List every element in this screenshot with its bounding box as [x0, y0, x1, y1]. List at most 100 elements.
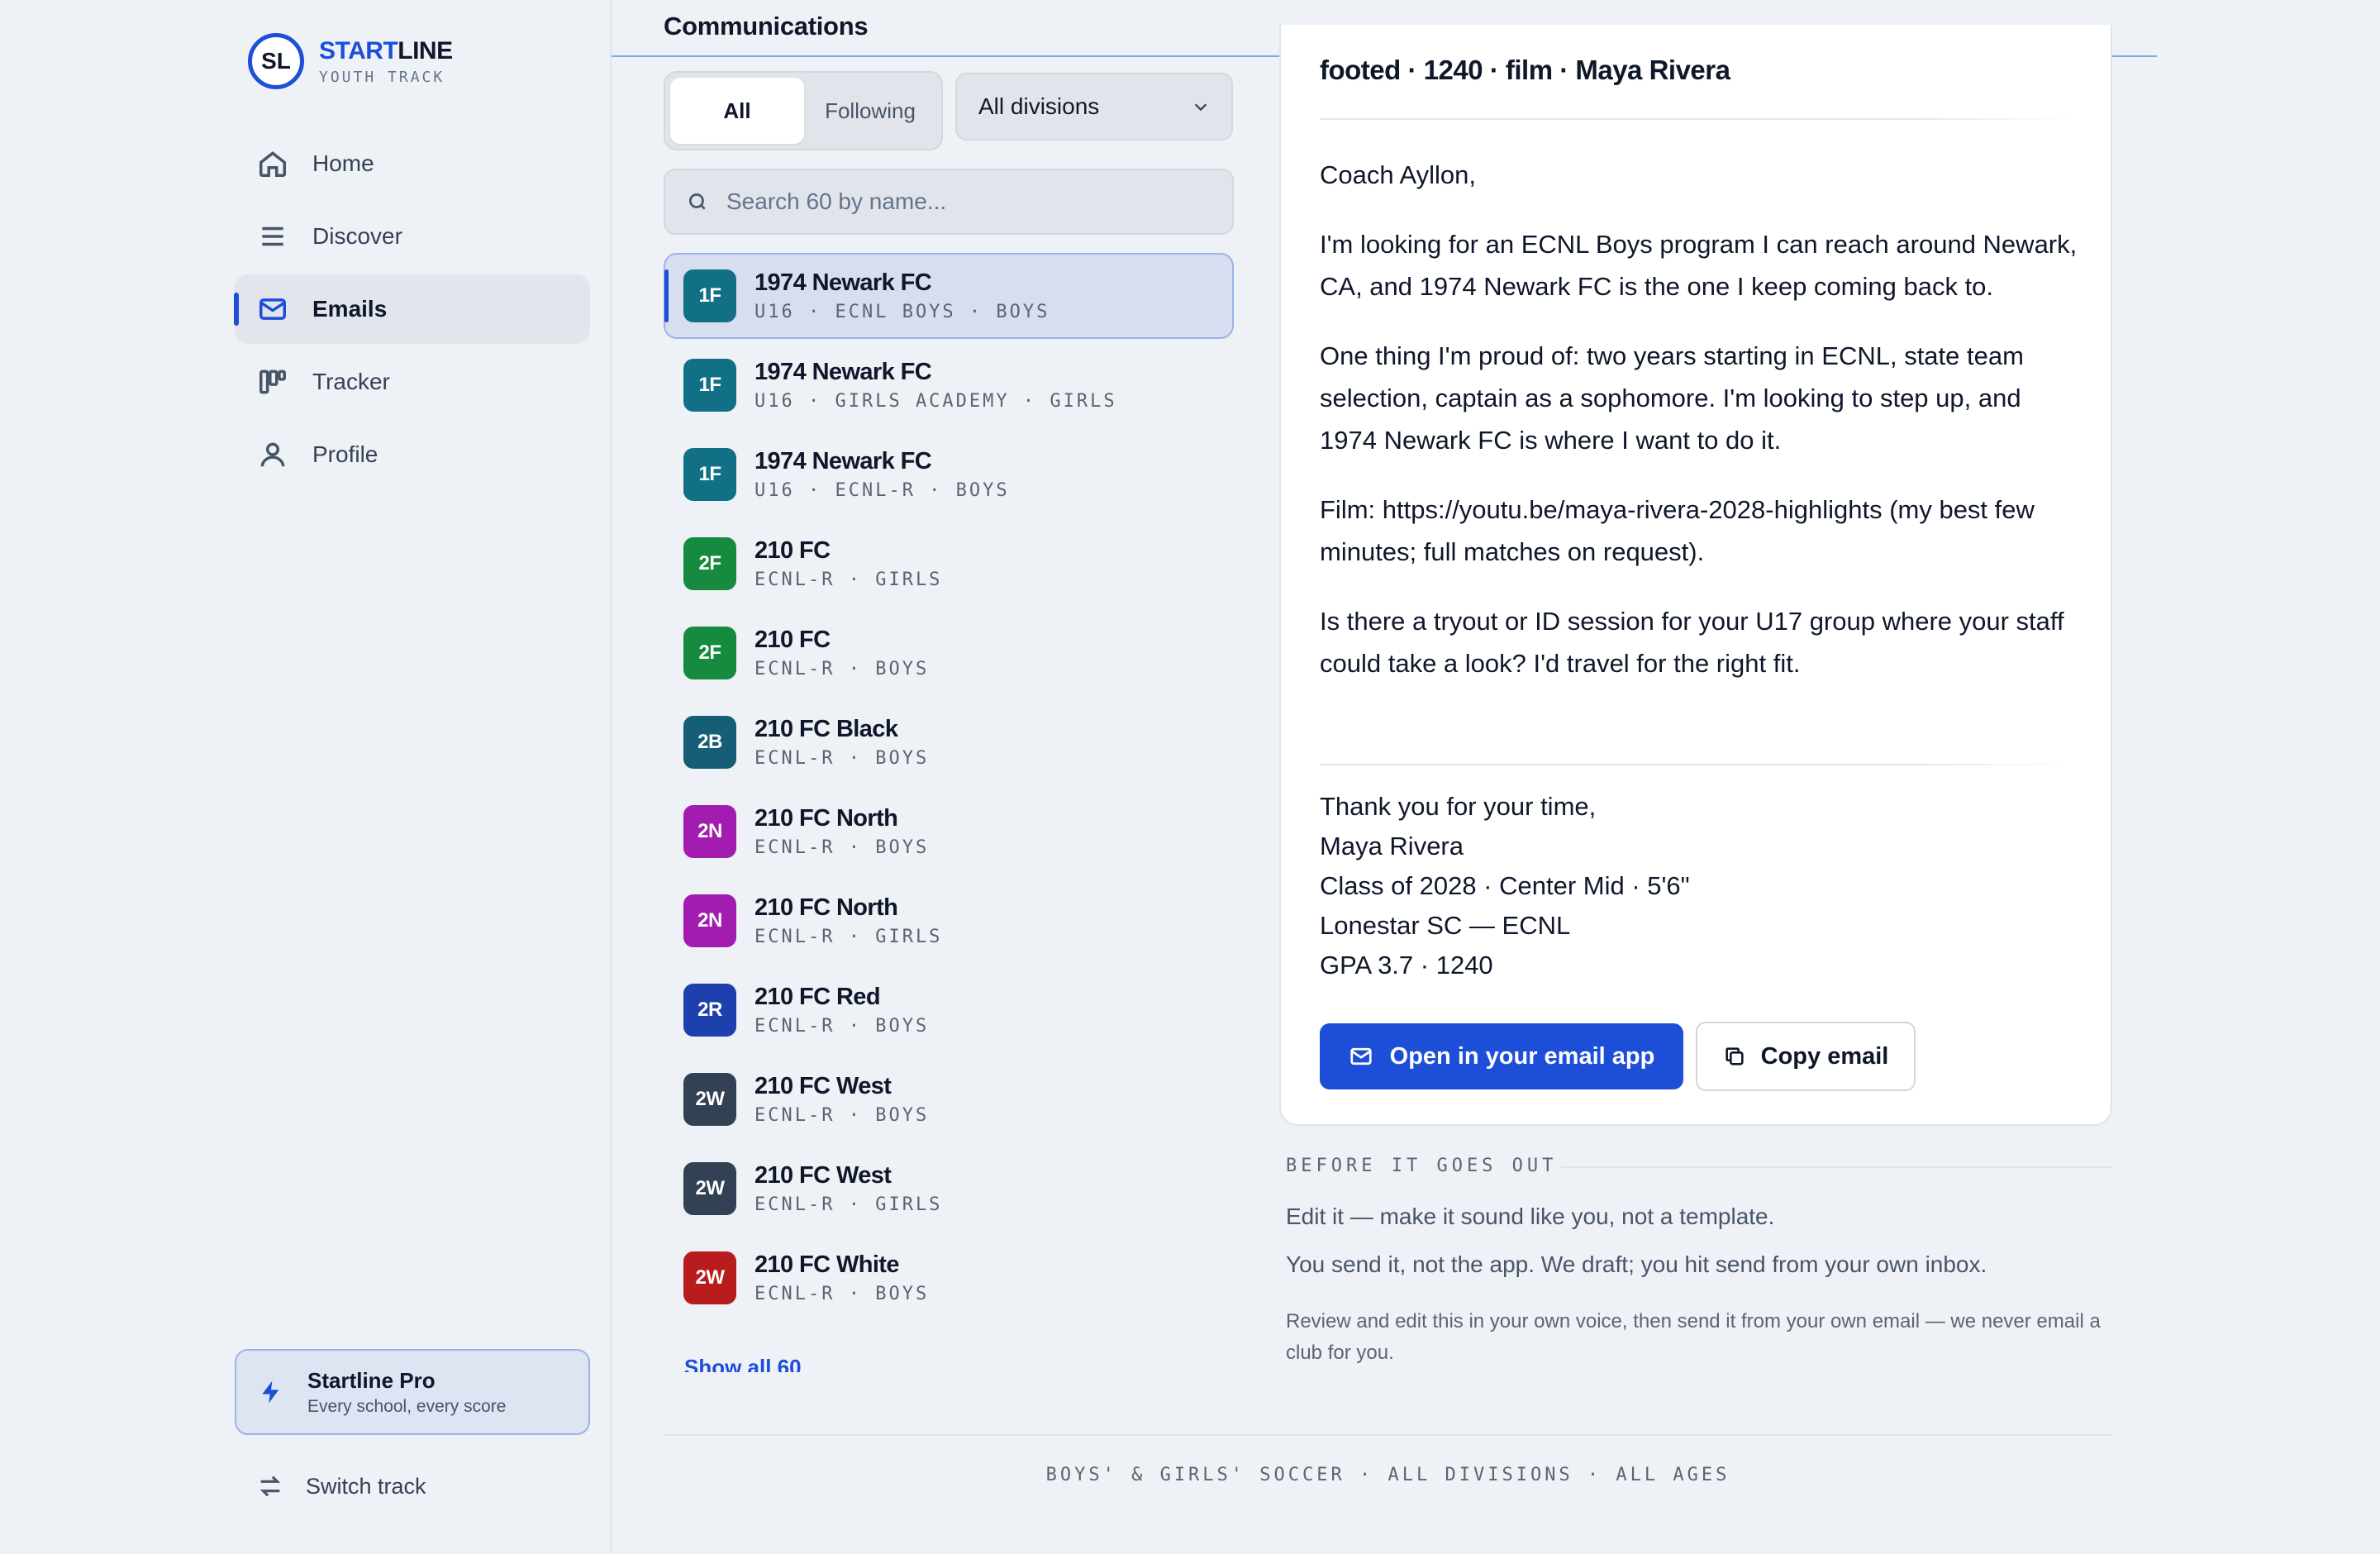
club-text: 210 FC West ECNL-R · GIRLS	[754, 1162, 942, 1215]
club-badge: 2W	[683, 1073, 736, 1126]
club-text: 1974 Newark FC U16 · GIRLS ACADEMY · GIRL…	[754, 359, 1117, 412]
nav-label-emails: Emails	[312, 296, 388, 322]
club-list: 1F 1974 Newark FC U16 · ECNL BOYS · BOYS 1F…	[664, 253, 1234, 1370]
club-name: 210 FC West	[754, 1073, 892, 1099]
pro-subtitle: Every school, every score	[307, 1396, 507, 1416]
show-all-link[interactable]: Show all 60	[684, 1352, 802, 1372]
scroll-fade	[1279, 0, 2112, 25]
search-icon	[688, 193, 706, 210]
tab-following[interactable]: Following	[804, 78, 936, 144]
club-meta: ECNL-R · GIRLS	[754, 1194, 943, 1215]
nav-item-tracker[interactable]: Tracker	[235, 347, 590, 417]
club-text: 210 FC ECNL-R · GIRLS	[754, 537, 942, 590]
club-text: 210 FC White ECNL-R · BOYS	[754, 1251, 929, 1304]
nav-item-discover[interactable]: Discover	[235, 202, 590, 271]
nav-item-profile[interactable]: Profile	[235, 420, 590, 489]
swap-icon	[259, 1475, 281, 1497]
club-badge: 2N	[683, 805, 736, 858]
pro-text: Startline Pro Every school, every score	[307, 1368, 506, 1417]
signature-line: Thank you for your time,	[1320, 792, 1597, 821]
club-list-item[interactable]: 2F 210 FC ECNL-R · BOYS	[664, 610, 1234, 696]
club-badge: 2F	[683, 537, 736, 590]
signature-line: Lonestar SC — ECNL	[1320, 911, 1571, 940]
club-meta: ECNL-R · GIRLS	[754, 570, 943, 590]
copy-icon	[1726, 1047, 1744, 1065]
chevron-down-icon	[1194, 103, 1207, 112]
club-list-item[interactable]: 1F 1974 Newark FC U16 · ECNL-R · BOYS	[664, 431, 1234, 517]
club-text: 210 FC ECNL-R · BOYS	[754, 627, 929, 679]
footer-text: BOYS' & GIRLS' SOCCER · ALL DIVISIONS · …	[1045, 1465, 1730, 1485]
club-name: 210 FC Black	[754, 716, 898, 742]
club-meta: ECNL-R · BOYS	[754, 748, 930, 769]
club-badge: 1F	[683, 359, 736, 412]
club-name: 210 FC Red	[754, 984, 881, 1010]
email-subject: footed · 1240 · film · Maya Rivera	[1320, 55, 1730, 85]
signature-line: Class of 2028 · Center Mid · 5'6"	[1320, 871, 1690, 900]
email-body: Coach Ayllon, I'm looking for an ECNL Bo…	[1320, 154, 2080, 712]
club-list-item[interactable]: 2W 210 FC West ECNL-R · BOYS	[664, 1056, 1234, 1142]
search-box	[664, 169, 1234, 235]
club-name: 1974 Newark FC	[754, 448, 932, 474]
club-badge: 2F	[683, 627, 736, 679]
open-email-app-label: Open in your email app	[1389, 1042, 1655, 1070]
email-paragraph: One thing I'm proud of: two years starti…	[1320, 341, 2024, 455]
switch-track-label: Switch track	[306, 1473, 426, 1499]
nav-label-profile: Profile	[312, 441, 378, 467]
club-badge: 2W	[683, 1251, 736, 1304]
club-list-item[interactable]: 2F 210 FC ECNL-R · GIRLS	[664, 521, 1234, 607]
club-list-item[interactable]: 2N 210 FC North ECNL-R · GIRLS	[664, 878, 1234, 964]
tip-edit: Edit it — make it sound like you, not a …	[1286, 1204, 1775, 1229]
signature-divider	[1320, 764, 2072, 765]
club-name: 210 FC North	[754, 894, 898, 921]
club-meta: ECNL-R · BOYS	[754, 837, 930, 858]
follow-filter-toggle: All Following	[664, 71, 943, 150]
home-icon	[256, 147, 289, 180]
tab-all[interactable]: All	[670, 78, 804, 144]
copy-email-button[interactable]: Copy email	[1696, 1022, 1916, 1091]
open-email-app-button[interactable]: Open in your email app	[1320, 1023, 1683, 1089]
mail-icon	[256, 293, 289, 326]
club-meta: ECNL-R · GIRLS	[754, 927, 943, 947]
club-list-item[interactable]: 2R 210 FC Red ECNL-R · BOYS	[664, 967, 1234, 1053]
email-signature: Thank you for your time, Maya Rivera Cla…	[1320, 787, 1690, 985]
club-badge: 2R	[683, 984, 736, 1037]
division-select-value: All divisions	[978, 93, 1100, 119]
copy-email-label: Copy email	[1760, 1042, 1889, 1070]
club-list-item[interactable]: 1F 1974 Newark FC U16 · GIRLS ACADEMY · GI…	[664, 342, 1234, 428]
club-list-item[interactable]: 2N 210 FC North ECNL-R · BOYS	[664, 789, 1234, 875]
club-list-item[interactable]: 2B 210 FC Black ECNL-R · BOYS	[664, 699, 1234, 785]
lightning-icon	[262, 1380, 279, 1404]
nav-item-emails[interactable]: Emails	[234, 274, 590, 344]
switch-track-button[interactable]: Switch track	[235, 1455, 590, 1518]
before-section-divider	[1560, 1166, 2112, 1168]
nav-label-discover: Discover	[312, 223, 402, 249]
brand-text: STARTLINE YOUTH TRACK	[319, 37, 453, 86]
club-name: 210 FC	[754, 537, 831, 564]
club-text: 1974 Newark FC U16 · ECNL BOYS · BOYS	[754, 269, 1050, 322]
sidebar: SL STARTLINE YOUTH TRACK Home Discover E…	[0, 0, 612, 1554]
menu-icon	[256, 220, 289, 253]
nav-item-home[interactable]: Home	[235, 129, 590, 198]
club-name: 210 FC West	[754, 1162, 892, 1189]
division-select[interactable]: All divisions	[955, 73, 1233, 141]
club-badge: 1F	[683, 448, 736, 501]
club-text: 210 FC West ECNL-R · BOYS	[754, 1073, 929, 1126]
startline-pro-card[interactable]: Startline Pro Every school, every score	[235, 1349, 590, 1435]
email-greeting: Coach Ayllon,	[1320, 160, 1476, 189]
club-list-item[interactable]: 2W 210 FC West ECNL-R · GIRLS	[664, 1146, 1234, 1232]
signature-line: GPA 3.7 · 1240	[1320, 951, 1493, 980]
club-list-item[interactable]: 2W 210 FC White ECNL-R · BOYS	[664, 1235, 1234, 1321]
club-text: 210 FC Black ECNL-R · BOYS	[754, 716, 929, 769]
mail-icon	[1350, 1047, 1372, 1065]
club-meta: ECNL-R · BOYS	[754, 659, 930, 679]
club-meta: U16 · ECNL-R · BOYS	[754, 480, 1010, 501]
club-text: 210 FC Red ECNL-R · BOYS	[754, 984, 929, 1037]
brand-title: STARTLINE	[319, 37, 453, 65]
club-text: 210 FC North ECNL-R · BOYS	[754, 805, 929, 858]
club-list-item[interactable]: 1F 1974 Newark FC U16 · ECNL BOYS · BOYS	[664, 253, 1234, 339]
brand-title-start: START	[319, 36, 398, 64]
search-input[interactable]	[726, 188, 1206, 215]
brand-logo[interactable]: SL STARTLINE YOUTH TRACK	[248, 33, 453, 89]
club-name: 1974 Newark FC	[754, 269, 932, 296]
nav-label-tracker: Tracker	[312, 369, 390, 394]
